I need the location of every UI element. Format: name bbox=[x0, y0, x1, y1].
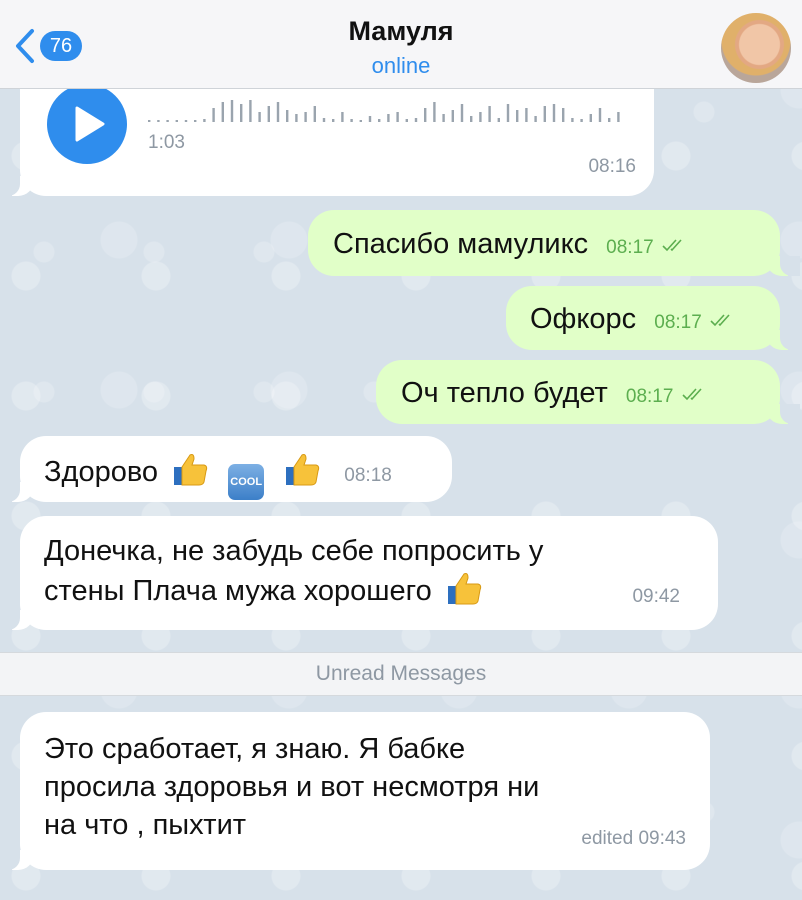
message-line: стены Плача мужа хорошего bbox=[44, 575, 432, 607]
waveform-bar bbox=[341, 112, 344, 122]
online-status: online bbox=[371, 53, 431, 78]
waveform-bar bbox=[359, 120, 362, 122]
waveform-bar bbox=[405, 119, 408, 122]
message-line: Донечка, не забудь себе попросить у bbox=[44, 535, 544, 567]
waveform-bar bbox=[194, 120, 197, 122]
waveform-bar bbox=[221, 102, 224, 122]
waveform-bar bbox=[203, 119, 206, 122]
message-text: Оч тепло будет bbox=[401, 377, 608, 409]
waveform-bar bbox=[387, 114, 390, 122]
thumbs-up-icon bbox=[174, 454, 208, 486]
waveform-bar bbox=[552, 104, 556, 122]
waveform-bar bbox=[470, 116, 473, 122]
waveform-bar bbox=[571, 118, 574, 122]
waveform-bar bbox=[286, 110, 289, 122]
message-time: 08:17 bbox=[654, 312, 702, 333]
message-time: 08:17 bbox=[606, 237, 654, 258]
waveform-bar bbox=[460, 104, 464, 122]
waveform-bar bbox=[332, 119, 335, 122]
waveform-bar bbox=[368, 116, 372, 122]
waveform-bar bbox=[497, 118, 500, 122]
waveform-bar bbox=[175, 120, 178, 122]
waveform-bar bbox=[433, 102, 436, 122]
chat-header: 76 Мамуля online bbox=[0, 0, 802, 89]
waveform-bar bbox=[304, 112, 307, 122]
audio-waveform[interactable] bbox=[148, 96, 628, 122]
message-text: Офкорс bbox=[530, 303, 637, 335]
thumbs-up-icon bbox=[286, 454, 320, 486]
incoming-message[interactable]: Здорово COOL 08:18 bbox=[0, 436, 452, 502]
avatar[interactable] bbox=[721, 13, 791, 83]
waveform-bar bbox=[249, 100, 252, 122]
waveform-bar bbox=[534, 116, 537, 122]
waveform-bar bbox=[479, 112, 482, 122]
waveform-bar bbox=[442, 114, 445, 122]
message-line: Это сработает, я знаю. Я бабке bbox=[44, 733, 466, 765]
waveform-bar bbox=[580, 119, 583, 122]
waveform-bar bbox=[276, 102, 280, 122]
waveform-bar bbox=[396, 112, 399, 122]
waveform-bar bbox=[267, 106, 270, 122]
waveform-bar bbox=[562, 108, 565, 122]
waveform-bar bbox=[148, 120, 151, 122]
waveform-bar bbox=[424, 108, 427, 122]
double-check-icon bbox=[662, 239, 682, 252]
waveform-bar bbox=[212, 108, 215, 122]
waveform-bar bbox=[313, 106, 316, 122]
waveform-bar bbox=[516, 110, 519, 122]
incoming-message[interactable]: Донечка, не забудь себе попросить у стен… bbox=[0, 516, 718, 630]
waveform-bar bbox=[506, 104, 510, 122]
waveform-bar bbox=[608, 118, 611, 122]
waveform-bar bbox=[322, 118, 326, 122]
waveform-bar bbox=[157, 120, 160, 122]
message-text: Спасибо мамуликс bbox=[333, 228, 589, 260]
message-time: 09:42 bbox=[632, 586, 680, 607]
waveform-bar bbox=[230, 100, 234, 122]
outgoing-message[interactable]: Спасибо мамуликс 08:17 bbox=[308, 210, 800, 276]
thumbs-up-icon bbox=[447, 573, 481, 605]
waveform-bar bbox=[378, 119, 381, 122]
cool-button-icon: COOL bbox=[228, 464, 265, 500]
waveform-bar bbox=[295, 114, 298, 122]
play-icon bbox=[75, 106, 105, 142]
waveform-bar bbox=[589, 114, 592, 122]
message-time: edited 09:43 bbox=[581, 828, 686, 849]
message-time: 08:16 bbox=[588, 156, 636, 177]
waveform-bar bbox=[258, 112, 261, 122]
message-time: 08:18 bbox=[344, 465, 392, 486]
waveform-bar bbox=[525, 108, 528, 122]
incoming-message[interactable]: Это сработает, я знаю. Я бабке просила з… bbox=[0, 712, 710, 870]
chat-title[interactable]: Мамуля bbox=[0, 16, 802, 47]
waveform-bar bbox=[598, 108, 602, 122]
double-check-icon bbox=[710, 314, 730, 327]
double-check-icon bbox=[681, 388, 702, 401]
waveform-bar bbox=[543, 106, 546, 122]
waveform-bar bbox=[166, 120, 169, 122]
unread-messages-divider: Unread Messages bbox=[0, 652, 802, 696]
waveform-bar bbox=[240, 104, 243, 122]
message-line-wrap: стены Плача мужа хорошего bbox=[44, 570, 718, 610]
voice-duration: 1:03 bbox=[148, 132, 185, 153]
waveform-bar bbox=[350, 119, 353, 122]
play-button[interactable] bbox=[47, 84, 127, 164]
waveform-bar bbox=[414, 118, 418, 122]
message-time: 08:17 bbox=[625, 386, 674, 407]
message-line: просила здоровья и вот несмотря ни bbox=[44, 771, 540, 803]
waveform-bar bbox=[617, 112, 620, 122]
waveform-bar bbox=[451, 110, 454, 122]
waveform-bar bbox=[488, 106, 491, 122]
outgoing-message[interactable]: Офкорс 08:17 bbox=[506, 286, 800, 350]
waveform-bar bbox=[184, 120, 188, 122]
outgoing-message[interactable]: Оч тепло будет 08:17 bbox=[376, 360, 800, 424]
message-text: Здорово bbox=[44, 456, 159, 488]
